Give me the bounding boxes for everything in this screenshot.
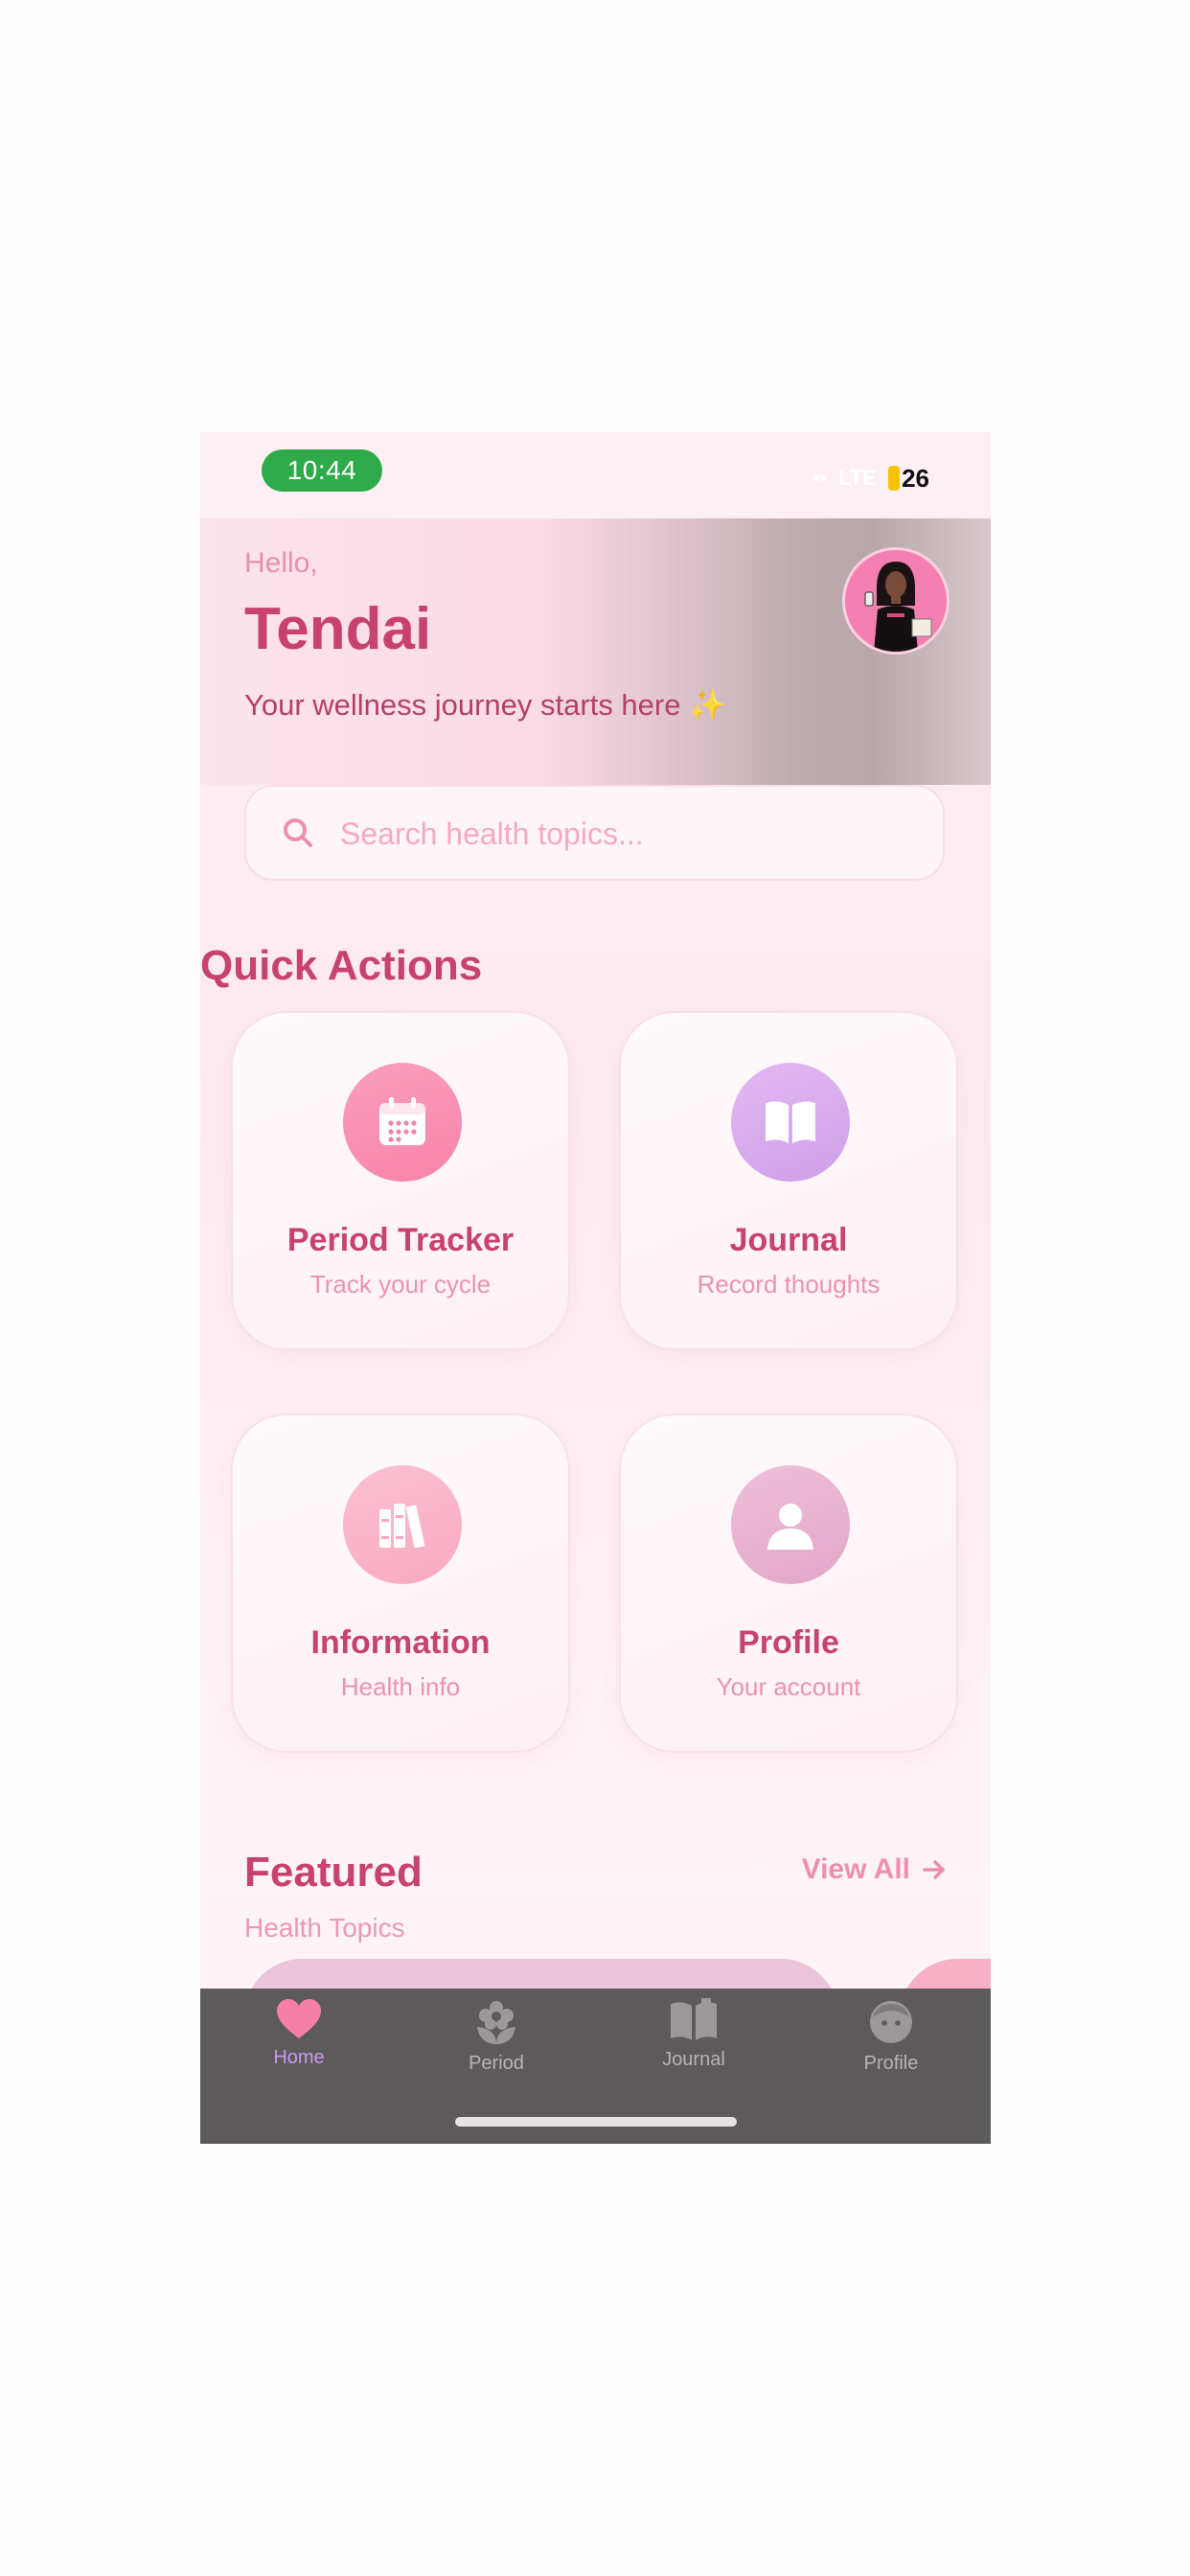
battery-level: 26	[902, 463, 929, 493]
card-subtitle: Your account	[716, 1672, 861, 1701]
card-title: Period Tracker	[286, 1222, 515, 1258]
heart-icon	[277, 1999, 321, 2038]
face-icon	[870, 2001, 912, 2043]
card-subtitle: Track your cycle	[309, 1270, 492, 1299]
user-name: Tendai	[244, 596, 432, 662]
app-screen: 10:44 •• LTE 26 Hello, Tendai Your welln…	[200, 432, 991, 2144]
tab-label: Home	[273, 2047, 325, 2068]
tab-label: Journal	[662, 2049, 725, 2070]
status-time: 10:44	[262, 449, 382, 492]
tab-journal[interactable]: Journal	[636, 1998, 751, 2084]
card-subtitle: Health info	[340, 1672, 461, 1701]
network-label: LTE	[838, 466, 878, 490]
tab-home[interactable]: Home	[241, 1998, 356, 2084]
featured-title: Featured	[244, 1849, 423, 1896]
calendar-icon	[343, 1063, 462, 1182]
books-icon	[343, 1465, 462, 1584]
search-icon	[284, 818, 312, 847]
home-indicator[interactable]	[455, 2117, 737, 2127]
period-tracker-card[interactable]: Period Tracker Track your cycle	[231, 1011, 570, 1350]
card-title: Information	[310, 1624, 491, 1661]
tagline: Your wellness journey starts here ✨	[244, 688, 726, 722]
card-subtitle: Record thoughts	[697, 1270, 881, 1299]
tab-label: Profile	[863, 2053, 919, 2074]
card-title: Profile	[738, 1624, 839, 1661]
open-book-icon	[731, 1063, 850, 1182]
quick-actions-title: Quick Actions	[200, 942, 483, 989]
featured-subtitle: Health Topics	[244, 1913, 405, 1943]
status-bar: 10:44 •• LTE 26	[200, 432, 991, 518]
tab-bar: Home Period Journal Profile	[200, 1989, 991, 2144]
greeting-header: Hello, Tendai Your wellness journey star…	[200, 518, 991, 785]
flower-icon	[477, 2001, 515, 2044]
view-all-link[interactable]: View All	[802, 1853, 947, 1886]
person-icon	[731, 1465, 850, 1584]
arrow-right-icon	[923, 1860, 945, 1879]
avatar[interactable]	[842, 547, 950, 655]
information-card[interactable]: Information Health info	[231, 1414, 570, 1753]
view-all-label: View All	[801, 1853, 910, 1885]
tab-period[interactable]: Period	[439, 1998, 554, 2084]
search-input[interactable]	[338, 812, 917, 856]
book-icon	[671, 1998, 717, 2040]
signal-icon: ••	[812, 466, 828, 490]
search-bar[interactable]	[244, 785, 945, 881]
card-title: Journal	[729, 1222, 848, 1258]
greeting-text: Hello,	[244, 547, 318, 579]
profile-card[interactable]: Profile Your account	[619, 1414, 958, 1753]
tab-profile[interactable]: Profile	[834, 1998, 949, 2084]
status-indicators: •• LTE 26	[812, 459, 929, 497]
battery-icon: 26	[888, 464, 929, 494]
tab-label: Period	[469, 2053, 524, 2074]
journal-card[interactable]: Journal Record thoughts	[619, 1011, 958, 1350]
